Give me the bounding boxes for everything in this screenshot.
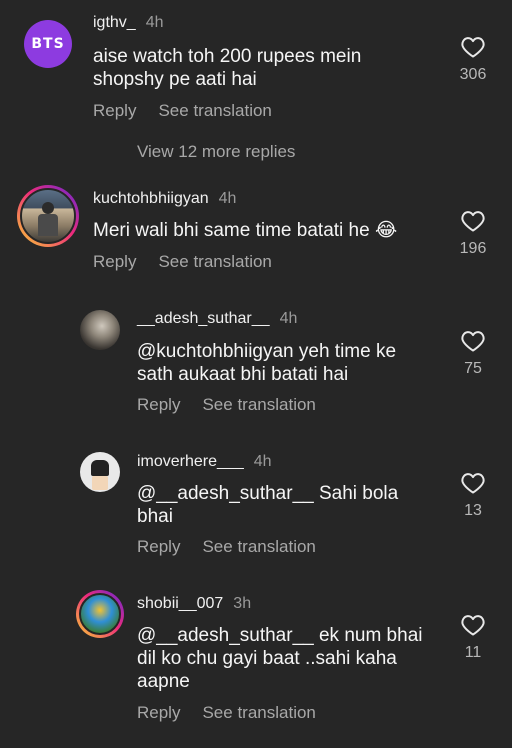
like-count: 11 [464, 644, 482, 661]
comment-line: Meri wali bhi same time batati he 😂 [93, 220, 398, 241]
comment-text: Meri wali bhi same time batati he 😂 [93, 219, 397, 242]
like-count: 13 [464, 502, 482, 519]
comment-actions: Reply See translation [137, 537, 316, 557]
timestamp: 4h [218, 190, 237, 207]
username[interactable]: __adesh_suthar__ [137, 310, 270, 327]
avatar[interactable] [80, 452, 120, 492]
comment-text: @kuchtohbhiigyan yeh time ke sath aukaat… [137, 340, 396, 386]
comment-header: kuchtohbhiigyan 4h [93, 190, 236, 208]
username[interactable]: shobii__007 [137, 595, 223, 612]
comment-text: aise watch toh 200 rupees mein shopshy p… [93, 45, 361, 91]
comment-line: shopshy pe aati hai [93, 69, 257, 90]
like-control[interactable]: 13 [453, 472, 493, 520]
like-control[interactable]: 75 [453, 330, 493, 378]
username[interactable]: imoverhere___ [137, 453, 244, 470]
comment-actions: Reply See translation [93, 252, 272, 272]
reply-button[interactable]: Reply [93, 101, 136, 121]
timestamp: 4h [253, 453, 272, 470]
like-count: 196 [459, 240, 487, 257]
reply-button[interactable]: Reply [93, 252, 136, 272]
comment-line: sath aukaat bhi batati hai [137, 364, 349, 385]
like-count: 306 [459, 66, 487, 83]
avatar[interactable]: BTS [24, 20, 72, 68]
heart-outline-icon[interactable] [461, 36, 485, 58]
see-translation-button[interactable]: See translation [202, 537, 315, 557]
avatar-photo [20, 188, 76, 244]
timestamp: 3h [233, 595, 252, 612]
comment-line: bhai [137, 506, 173, 527]
like-control[interactable]: 11 [453, 614, 493, 662]
avatar-text: BTS [31, 36, 65, 52]
comment-line: aise watch toh 200 rupees mein [93, 46, 362, 67]
comment-text: @__adesh_suthar__ ek num bhai dil ko chu… [137, 624, 422, 693]
comment-line: dil ko chu gayi baat ..sahi kaha [137, 648, 397, 669]
comment-line: @kuchtohbhiigyan yeh time ke [137, 341, 397, 362]
like-control[interactable]: 306 [453, 36, 493, 84]
heart-outline-icon[interactable] [461, 210, 485, 232]
see-translation-button[interactable]: See translation [158, 252, 271, 272]
comment-line: aapne [137, 671, 190, 692]
comment-header: imoverhere___ 4h [137, 453, 272, 471]
comment-actions: Reply See translation [93, 101, 272, 121]
comment-actions: Reply See translation [137, 395, 316, 415]
comment-header: igthv_ 4h [93, 14, 164, 32]
comment-actions: Reply See translation [137, 703, 316, 723]
username[interactable]: kuchtohbhiigyan [93, 190, 209, 207]
like-count: 75 [464, 360, 482, 377]
see-translation-button[interactable]: See translation [158, 101, 271, 121]
heart-outline-icon[interactable] [461, 330, 485, 352]
timestamp: 4h [279, 310, 298, 327]
comment-header: shobii__007 3h [137, 595, 251, 613]
see-translation-button[interactable]: See translation [202, 703, 315, 723]
like-control[interactable]: 196 [453, 210, 493, 258]
reply-button[interactable]: Reply [137, 395, 180, 415]
comment-line: @__adesh_suthar__ Sahi bola [137, 483, 399, 504]
timestamp: 4h [145, 14, 164, 31]
avatar[interactable] [80, 310, 120, 350]
avatar[interactable] [17, 185, 79, 247]
see-translation-button[interactable]: See translation [202, 395, 315, 415]
heart-outline-icon[interactable] [461, 614, 485, 636]
reply-button[interactable]: Reply [137, 703, 180, 723]
reply-button[interactable]: Reply [137, 537, 180, 557]
avatar[interactable] [76, 590, 124, 638]
heart-outline-icon[interactable] [461, 472, 485, 494]
comment-line: @__adesh_suthar__ ek num bhai [137, 625, 423, 646]
comment-text: @__adesh_suthar__ Sahi bola bhai [137, 482, 398, 528]
username[interactable]: igthv_ [93, 14, 136, 31]
comment-header: __adesh_suthar__ 4h [137, 310, 297, 328]
view-more-replies-button[interactable]: View 12 more replies [137, 142, 295, 162]
avatar-photo [79, 593, 121, 635]
